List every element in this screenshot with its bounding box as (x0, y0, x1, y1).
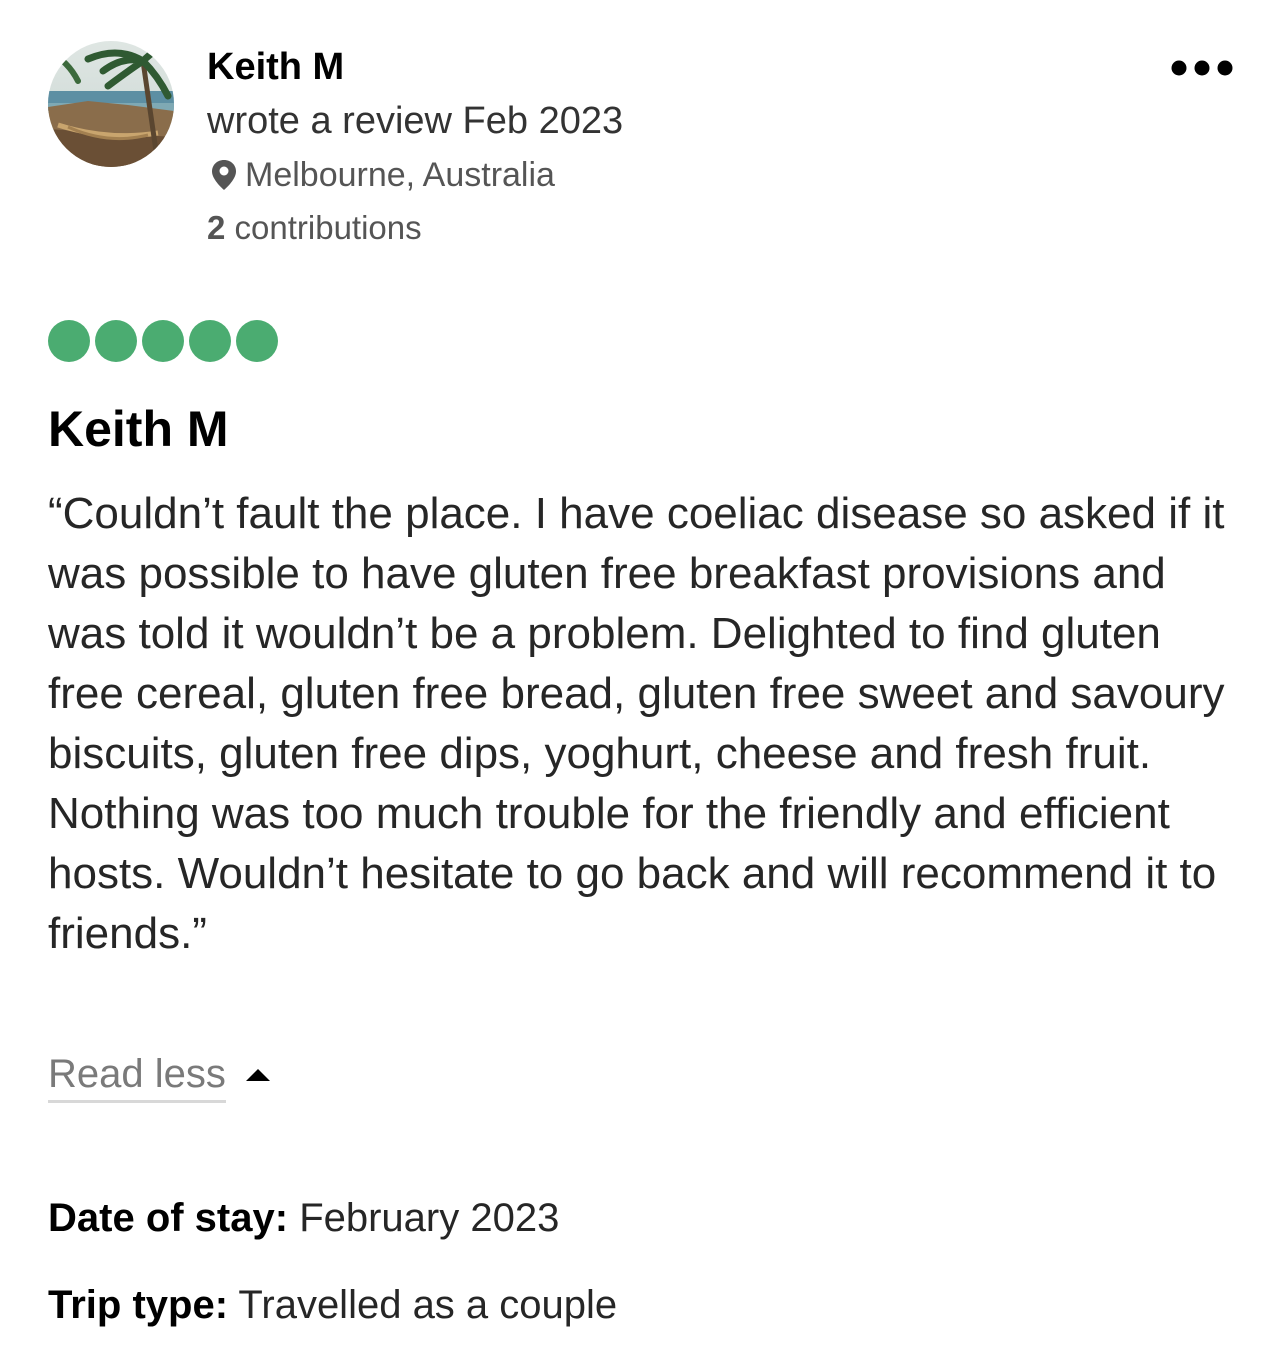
location-pin-icon (212, 160, 236, 190)
rating-bubble (236, 320, 278, 362)
date-of-stay-value: February 2023 (299, 1196, 560, 1240)
rating-bubble (48, 320, 90, 362)
rating-bubble (189, 320, 231, 362)
review-card: Keith M wrote a review Feb 2023 Melbourn… (0, 0, 1284, 1361)
trip-type-label: Trip type: (48, 1283, 229, 1327)
date-of-stay: Date of stay: February 2023 (48, 1192, 559, 1244)
caret-up-icon (245, 1068, 270, 1081)
avatar-image (48, 41, 174, 167)
user-info: Keith M wrote a review Feb 2023 Melbourn… (207, 42, 623, 251)
trip-type: Trip type: Travelled as a couple (48, 1279, 617, 1331)
contributions-count: 2 (207, 209, 226, 246)
location-text: Melbourne, Australia (245, 156, 555, 194)
review-text: “Couldn’t fault the place. I have coelia… (48, 489, 1225, 958)
user-location: Melbourne, Australia (207, 151, 623, 199)
review-title: Keith M (48, 401, 229, 457)
more-options-button[interactable] (1164, 48, 1240, 88)
read-less-label: Read less (48, 1048, 226, 1103)
rating-bubbles (48, 320, 278, 362)
rating-bubble (95, 320, 137, 362)
user-contributions: 2 contributions (207, 205, 623, 251)
read-less-button[interactable]: Read less (48, 1048, 272, 1103)
rating-bubble (142, 320, 184, 362)
user-avatar[interactable] (48, 41, 174, 167)
trip-type-value: Travelled as a couple (238, 1283, 618, 1327)
more-horizontal-icon (1171, 60, 1233, 76)
review-date: wrote a review Feb 2023 (207, 100, 624, 142)
date-of-stay-label: Date of stay: (48, 1196, 289, 1240)
contributions-label: contributions (234, 209, 422, 246)
user-name[interactable]: Keith M (207, 42, 623, 92)
